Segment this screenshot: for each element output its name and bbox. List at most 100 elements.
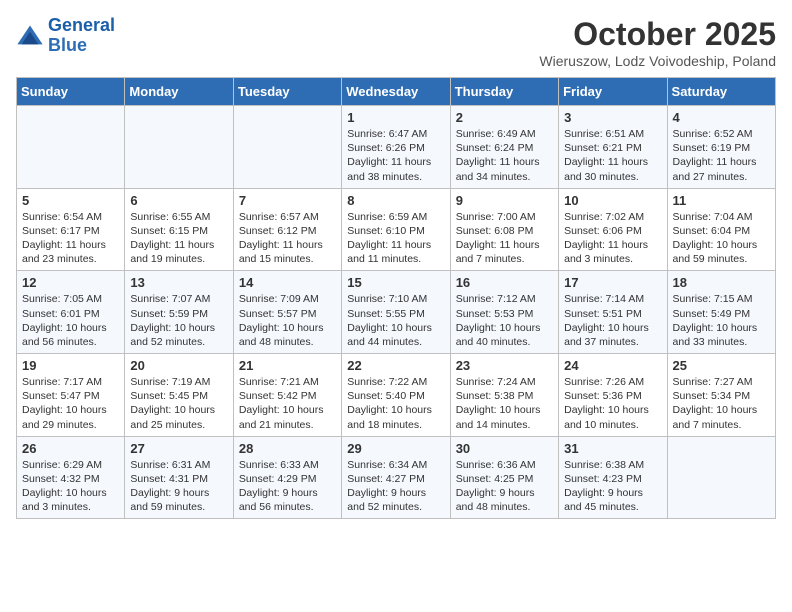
cell-data: Sunrise: 6:55 AM Sunset: 6:15 PM Dayligh… — [130, 210, 227, 267]
cell-data: Sunrise: 7:07 AM Sunset: 5:59 PM Dayligh… — [130, 292, 227, 349]
calendar-cell: 17Sunrise: 7:14 AM Sunset: 5:51 PM Dayli… — [559, 271, 667, 354]
cell-data: Sunrise: 7:05 AM Sunset: 6:01 PM Dayligh… — [22, 292, 119, 349]
date-number: 15 — [347, 275, 444, 290]
date-number: 14 — [239, 275, 336, 290]
cell-data: Sunrise: 7:17 AM Sunset: 5:47 PM Dayligh… — [22, 375, 119, 432]
date-number: 1 — [347, 110, 444, 125]
calendar-cell: 7 Sunrise: 6:57 AM Sunset: 6:12 PM Daylig… — [233, 188, 341, 271]
date-number: 29 — [347, 441, 444, 456]
calendar-cell: 4Sunrise: 6:52 AM Sunset: 6:19 PM Daylig… — [667, 106, 775, 189]
header-day-friday: Friday — [559, 78, 667, 106]
cell-data: Sunrise: 6:47 AM Sunset: 6:26 PM Dayligh… — [347, 127, 444, 184]
calendar-cell: 13 Sunrise: 7:07 AM Sunset: 5:59 PM Dayli… — [125, 271, 233, 354]
header-day-saturday: Saturday — [667, 78, 775, 106]
date-number: 13 — [130, 275, 227, 290]
calendar-cell: 24 Sunrise: 7:26 AM Sunset: 5:36 PM Dayli… — [559, 354, 667, 437]
calendar-cell: 28 Sunrise: 6:33 AM Sunset: 4:29 PM Dayli… — [233, 436, 341, 519]
calendar-week-row: 1 Sunrise: 6:47 AM Sunset: 6:26 PM Daylig… — [17, 106, 776, 189]
calendar-cell: 31Sunrise: 6:38 AM Sunset: 4:23 PM Dayli… — [559, 436, 667, 519]
calendar-week-row: 26 Sunrise: 6:29 AM Sunset: 4:32 PM Dayli… — [17, 436, 776, 519]
date-number: 30 — [456, 441, 553, 456]
location-subtitle: Wieruszow, Lodz Voivodeship, Poland — [539, 53, 776, 69]
date-number: 2 — [456, 110, 553, 125]
date-number: 26 — [22, 441, 119, 456]
calendar-cell: 23 Sunrise: 7:24 AM Sunset: 5:38 PM Dayli… — [450, 354, 558, 437]
header-day-wednesday: Wednesday — [342, 78, 450, 106]
date-number: 3 — [564, 110, 661, 125]
calendar-cell: 5 Sunrise: 6:54 AM Sunset: 6:17 PM Daylig… — [17, 188, 125, 271]
calendar-cell: 29 Sunrise: 6:34 AM Sunset: 4:27 PM Dayli… — [342, 436, 450, 519]
calendar-cell: 18 Sunrise: 7:15 AM Sunset: 5:49 PM Dayli… — [667, 271, 775, 354]
calendar-cell — [125, 106, 233, 189]
cell-data: Sunrise: 7:02 AM Sunset: 6:06 PM Dayligh… — [564, 210, 661, 267]
title-block: October 2025 Wieruszow, Lodz Voivodeship… — [539, 16, 776, 69]
cell-data: Sunrise: 6:31 AM Sunset: 4:31 PM Dayligh… — [130, 458, 227, 515]
calendar-cell: 22Sunrise: 7:22 AM Sunset: 5:40 PM Dayli… — [342, 354, 450, 437]
cell-data: Sunrise: 7:09 AM Sunset: 5:57 PM Dayligh… — [239, 292, 336, 349]
date-number: 24 — [564, 358, 661, 373]
calendar-header-row: SundayMondayTuesdayWednesdayThursdayFrid… — [17, 78, 776, 106]
date-number: 28 — [239, 441, 336, 456]
cell-data: Sunrise: 6:57 AM Sunset: 6:12 PM Dayligh… — [239, 210, 336, 267]
calendar-cell: 21 Sunrise: 7:21 AM Sunset: 5:42 PM Dayli… — [233, 354, 341, 437]
date-number: 20 — [130, 358, 227, 373]
cell-data: Sunrise: 6:51 AM Sunset: 6:21 PM Dayligh… — [564, 127, 661, 184]
date-number: 19 — [22, 358, 119, 373]
cell-data: Sunrise: 6:29 AM Sunset: 4:32 PM Dayligh… — [22, 458, 119, 515]
calendar-cell: 15Sunrise: 7:10 AM Sunset: 5:55 PM Dayli… — [342, 271, 450, 354]
cell-data: Sunrise: 6:34 AM Sunset: 4:27 PM Dayligh… — [347, 458, 444, 515]
date-number: 11 — [673, 193, 770, 208]
date-number: 16 — [456, 275, 553, 290]
cell-data: Sunrise: 7:04 AM Sunset: 6:04 PM Dayligh… — [673, 210, 770, 267]
page-header: General Blue October 2025 Wieruszow, Lod… — [16, 16, 776, 69]
date-number: 6 — [130, 193, 227, 208]
logo: General Blue — [16, 16, 115, 56]
cell-data: Sunrise: 7:12 AM Sunset: 5:53 PM Dayligh… — [456, 292, 553, 349]
date-number: 17 — [564, 275, 661, 290]
date-number: 23 — [456, 358, 553, 373]
calendar-table: SundayMondayTuesdayWednesdayThursdayFrid… — [16, 77, 776, 519]
date-number: 25 — [673, 358, 770, 373]
cell-data: Sunrise: 7:15 AM Sunset: 5:49 PM Dayligh… — [673, 292, 770, 349]
cell-data: Sunrise: 7:21 AM Sunset: 5:42 PM Dayligh… — [239, 375, 336, 432]
cell-data: Sunrise: 7:24 AM Sunset: 5:38 PM Dayligh… — [456, 375, 553, 432]
cell-data: Sunrise: 7:00 AM Sunset: 6:08 PM Dayligh… — [456, 210, 553, 267]
date-number: 21 — [239, 358, 336, 373]
date-number: 12 — [22, 275, 119, 290]
calendar-cell: 10 Sunrise: 7:02 AM Sunset: 6:06 PM Dayli… — [559, 188, 667, 271]
calendar-cell — [667, 436, 775, 519]
cell-data: Sunrise: 6:38 AM Sunset: 4:23 PM Dayligh… — [564, 458, 661, 515]
calendar-cell: 11 Sunrise: 7:04 AM Sunset: 6:04 PM Dayli… — [667, 188, 775, 271]
date-number: 8 — [347, 193, 444, 208]
date-number: 5 — [22, 193, 119, 208]
calendar-cell: 27 Sunrise: 6:31 AM Sunset: 4:31 PM Dayli… — [125, 436, 233, 519]
calendar-cell: 19 Sunrise: 7:17 AM Sunset: 5:47 PM Dayli… — [17, 354, 125, 437]
header-day-tuesday: Tuesday — [233, 78, 341, 106]
cell-data: Sunrise: 7:19 AM Sunset: 5:45 PM Dayligh… — [130, 375, 227, 432]
cell-data: Sunrise: 6:33 AM Sunset: 4:29 PM Dayligh… — [239, 458, 336, 515]
cell-data: Sunrise: 6:54 AM Sunset: 6:17 PM Dayligh… — [22, 210, 119, 267]
header-day-thursday: Thursday — [450, 78, 558, 106]
date-number: 18 — [673, 275, 770, 290]
calendar-cell: 20 Sunrise: 7:19 AM Sunset: 5:45 PM Dayli… — [125, 354, 233, 437]
calendar-cell: 14 Sunrise: 7:09 AM Sunset: 5:57 PM Dayli… — [233, 271, 341, 354]
header-day-sunday: Sunday — [17, 78, 125, 106]
date-number: 27 — [130, 441, 227, 456]
calendar-cell: 12 Sunrise: 7:05 AM Sunset: 6:01 PM Dayli… — [17, 271, 125, 354]
calendar-cell — [233, 106, 341, 189]
cell-data: Sunrise: 6:59 AM Sunset: 6:10 PM Dayligh… — [347, 210, 444, 267]
calendar-cell: 3 Sunrise: 6:51 AM Sunset: 6:21 PM Daylig… — [559, 106, 667, 189]
calendar-cell: 16 Sunrise: 7:12 AM Sunset: 5:53 PM Dayli… — [450, 271, 558, 354]
date-number: 9 — [456, 193, 553, 208]
cell-data: Sunrise: 6:49 AM Sunset: 6:24 PM Dayligh… — [456, 127, 553, 184]
cell-data: Sunrise: 7:27 AM Sunset: 5:34 PM Dayligh… — [673, 375, 770, 432]
calendar-cell: 26 Sunrise: 6:29 AM Sunset: 4:32 PM Dayli… — [17, 436, 125, 519]
date-number: 7 — [239, 193, 336, 208]
calendar-cell: 8 Sunrise: 6:59 AM Sunset: 6:10 PM Daylig… — [342, 188, 450, 271]
calendar-cell: 6 Sunrise: 6:55 AM Sunset: 6:15 PM Daylig… — [125, 188, 233, 271]
date-number: 10 — [564, 193, 661, 208]
calendar-cell: 30Sunrise: 6:36 AM Sunset: 4:25 PM Dayli… — [450, 436, 558, 519]
cell-data: Sunrise: 7:26 AM Sunset: 5:36 PM Dayligh… — [564, 375, 661, 432]
calendar-cell: 2 Sunrise: 6:49 AM Sunset: 6:24 PM Daylig… — [450, 106, 558, 189]
cell-data: Sunrise: 7:22 AM Sunset: 5:40 PM Dayligh… — [347, 375, 444, 432]
